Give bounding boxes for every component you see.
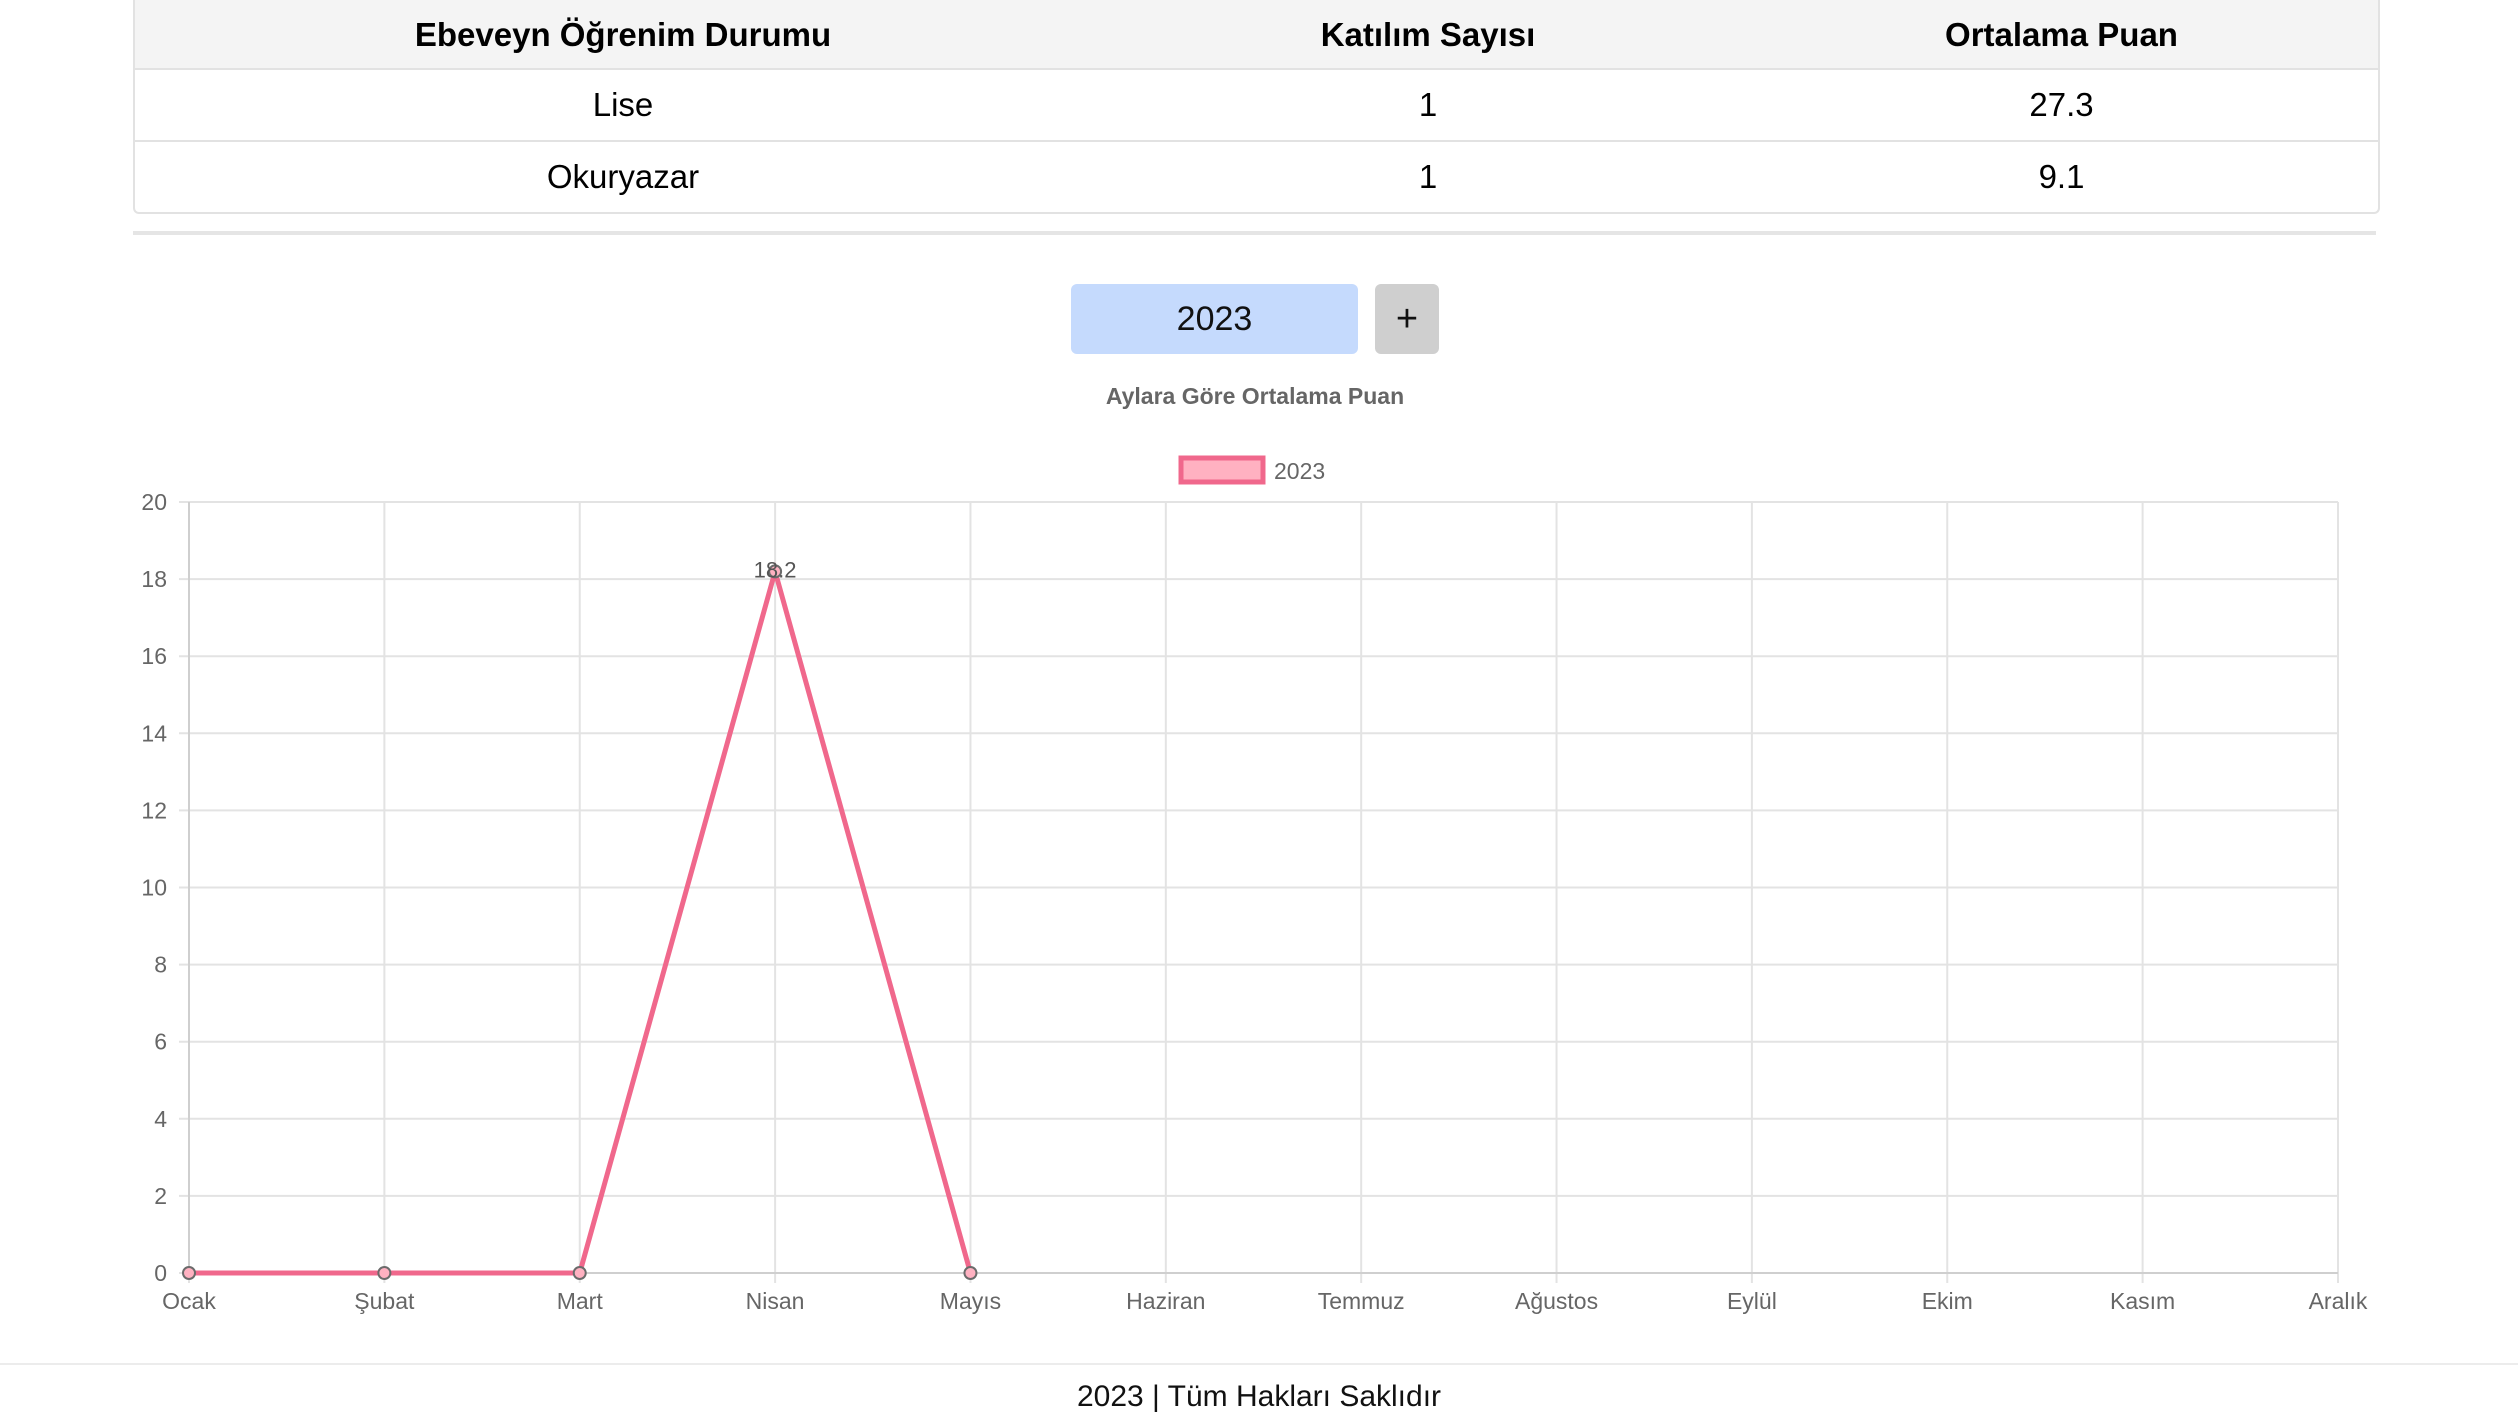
legend-swatch <box>1178 455 1266 485</box>
y-tick-label: 0 <box>154 1260 167 1286</box>
y-tick-label: 4 <box>154 1106 167 1132</box>
education-table: Ebeveyn Öğrenim Durumu Katılım Sayısı Or… <box>133 0 2380 214</box>
x-tick-label: Ekim <box>1922 1288 1973 1314</box>
x-tick-label: Mart <box>557 1288 604 1314</box>
x-tick-label: Eylül <box>1727 1288 1777 1314</box>
table-cell: 1 <box>1418 158 1438 195</box>
y-tick-label: 2 <box>154 1183 167 1209</box>
x-axis: Ocak Şubat Mart Nisan Mayıs Haziran Temmuz Ağus… <box>162 1288 2368 1314</box>
x-tick-label: Şubat <box>354 1288 415 1314</box>
y-tick-label: 6 <box>154 1029 167 1055</box>
table-cell: 9.1 <box>2038 158 2085 195</box>
table-cell: Lise <box>135 69 1111 142</box>
y-axis: 0 2 4 6 8 10 12 14 16 18 20 <box>141 489 167 1286</box>
y-tick-label: 14 <box>141 720 167 746</box>
x-tick-label: Ağustos <box>1515 1288 1598 1314</box>
data-label: 18.2 <box>754 557 797 582</box>
column-header-participation: Katılım Sayısı <box>1111 0 1745 70</box>
data-point <box>572 1266 587 1280</box>
y-tick-label: 20 <box>141 489 167 515</box>
x-tick-label: Temmuz <box>1318 1288 1405 1314</box>
y-tick-label: 8 <box>154 952 167 978</box>
section-divider <box>133 231 2376 235</box>
y-tick-label: 16 <box>141 643 167 669</box>
chart-title: Aylara Göre Ortalama Puan <box>1106 383 1404 409</box>
column-header-average: Ortalama Puan <box>1745 0 2378 70</box>
table-cell: Okuryazar <box>546 158 700 195</box>
x-tick-label: Mayıs <box>940 1288 1001 1314</box>
table-cell: 27.3 <box>1745 69 2378 142</box>
add-year-button[interactable]: + <box>1375 284 1439 354</box>
y-tick-label: 10 <box>141 875 167 901</box>
x-tick-label: Haziran <box>1126 1288 1205 1314</box>
data-point <box>963 1266 978 1280</box>
x-tick-label: Ocak <box>162 1288 216 1314</box>
footer-text: 2023 | Tüm Hakları Saklıdır <box>1076 1380 1442 1413</box>
table-row: Lise 1 27.3 <box>135 69 2378 142</box>
footer-divider <box>0 1363 2518 1365</box>
data-point <box>377 1266 392 1280</box>
chart-grid <box>179 501 2339 1283</box>
monthly-average-chart: Aylara Göre Ortalama Puan 2023 0 2 4 6 8 10 12… <box>141 383 2368 1314</box>
data-point <box>182 1266 196 1280</box>
y-tick-label: 18 <box>141 566 167 592</box>
table-row: Okuryazar 1 9.1 <box>135 141 2378 212</box>
column-header-education: Ebeveyn Öğrenim Durumu <box>135 0 1111 70</box>
x-tick-label: Kasım <box>2110 1288 2175 1314</box>
x-tick-label: Nisan <box>746 1288 805 1314</box>
table-cell: 1 <box>1111 69 1745 142</box>
chart-legend: 2023 <box>1178 455 1325 485</box>
y-tick-label: 12 <box>141 797 167 823</box>
x-tick-label: Aralık <box>2309 1288 2368 1314</box>
legend-label: 2023 <box>1274 458 1325 484</box>
table-header-row: Ebeveyn Öğrenim Durumu Katılım Sayısı Or… <box>135 0 2378 70</box>
year-field[interactable]: 2023 <box>1071 284 1358 354</box>
data-labels: 18.2 <box>754 557 797 582</box>
